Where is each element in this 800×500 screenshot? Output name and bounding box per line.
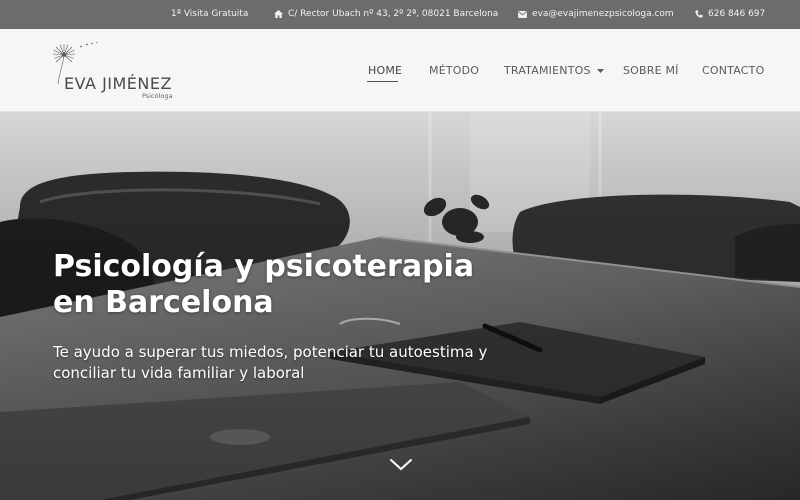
email-item[interactable]: eva@evajimenezpsicologa.com bbox=[518, 9, 674, 19]
logo-subtitle: Psicóloga bbox=[142, 92, 173, 100]
phone-item[interactable]: 626 846 697 bbox=[695, 9, 765, 19]
nav-tratamientos-label: TRATAMIENTOS bbox=[504, 64, 591, 77]
address-label: C/ Rector Ubach nº 43, 2º 2ª, 08021 Barc… bbox=[288, 9, 499, 19]
email-link[interactable]: eva@evajimenezpsicologa.com bbox=[532, 9, 674, 19]
hero-section: Psicología y psicoterapia en Barcelona T… bbox=[0, 112, 800, 500]
home-icon bbox=[274, 10, 283, 18]
hero-title: Psicología y psicoterapia en Barcelona bbox=[53, 249, 475, 320]
site-header: EVA JIMÉNEZ Psicóloga HOME MÉTODO TRATAM… bbox=[0, 29, 800, 112]
free-visit-label: 1ª Visita Gratuita bbox=[171, 9, 249, 19]
address-item: C/ Rector Ubach nº 43, 2º 2ª, 08021 Barc… bbox=[274, 9, 498, 19]
nav-tratamientos[interactable]: TRATAMIENTOS bbox=[504, 64, 604, 77]
nav-sobre-mi[interactable]: SOBRE MÍ bbox=[623, 64, 679, 77]
nav-active-underline bbox=[367, 81, 398, 82]
phone-link[interactable]: 626 846 697 bbox=[708, 9, 765, 19]
nav-metodo[interactable]: MÉTODO bbox=[429, 64, 479, 77]
nav-contacto-label: CONTACTO bbox=[702, 64, 765, 77]
nav-sobre-label: SOBRE MÍ bbox=[623, 64, 679, 77]
nav-contacto[interactable]: CONTACTO bbox=[702, 64, 764, 77]
caret-down-icon bbox=[596, 68, 604, 73]
phone-icon bbox=[695, 10, 703, 18]
top-info-bar: 1ª Visita Gratuita C/ Rector Ubach nº 43… bbox=[0, 0, 800, 29]
hero-subtitle: Te ayudo a superar tus miedos, potenciar… bbox=[53, 343, 488, 382]
envelope-icon bbox=[518, 10, 527, 18]
free-visit-text: 1ª Visita Gratuita bbox=[171, 9, 248, 19]
nav-home-label: HOME bbox=[368, 64, 403, 77]
main-nav: HOME MÉTODO TRATAMIENTOS SOBRE MÍ CONTAC… bbox=[0, 64, 800, 84]
nav-home[interactable]: HOME bbox=[368, 64, 402, 77]
nav-metodo-label: MÉTODO bbox=[429, 64, 480, 77]
chevron-down-icon[interactable] bbox=[389, 457, 413, 473]
